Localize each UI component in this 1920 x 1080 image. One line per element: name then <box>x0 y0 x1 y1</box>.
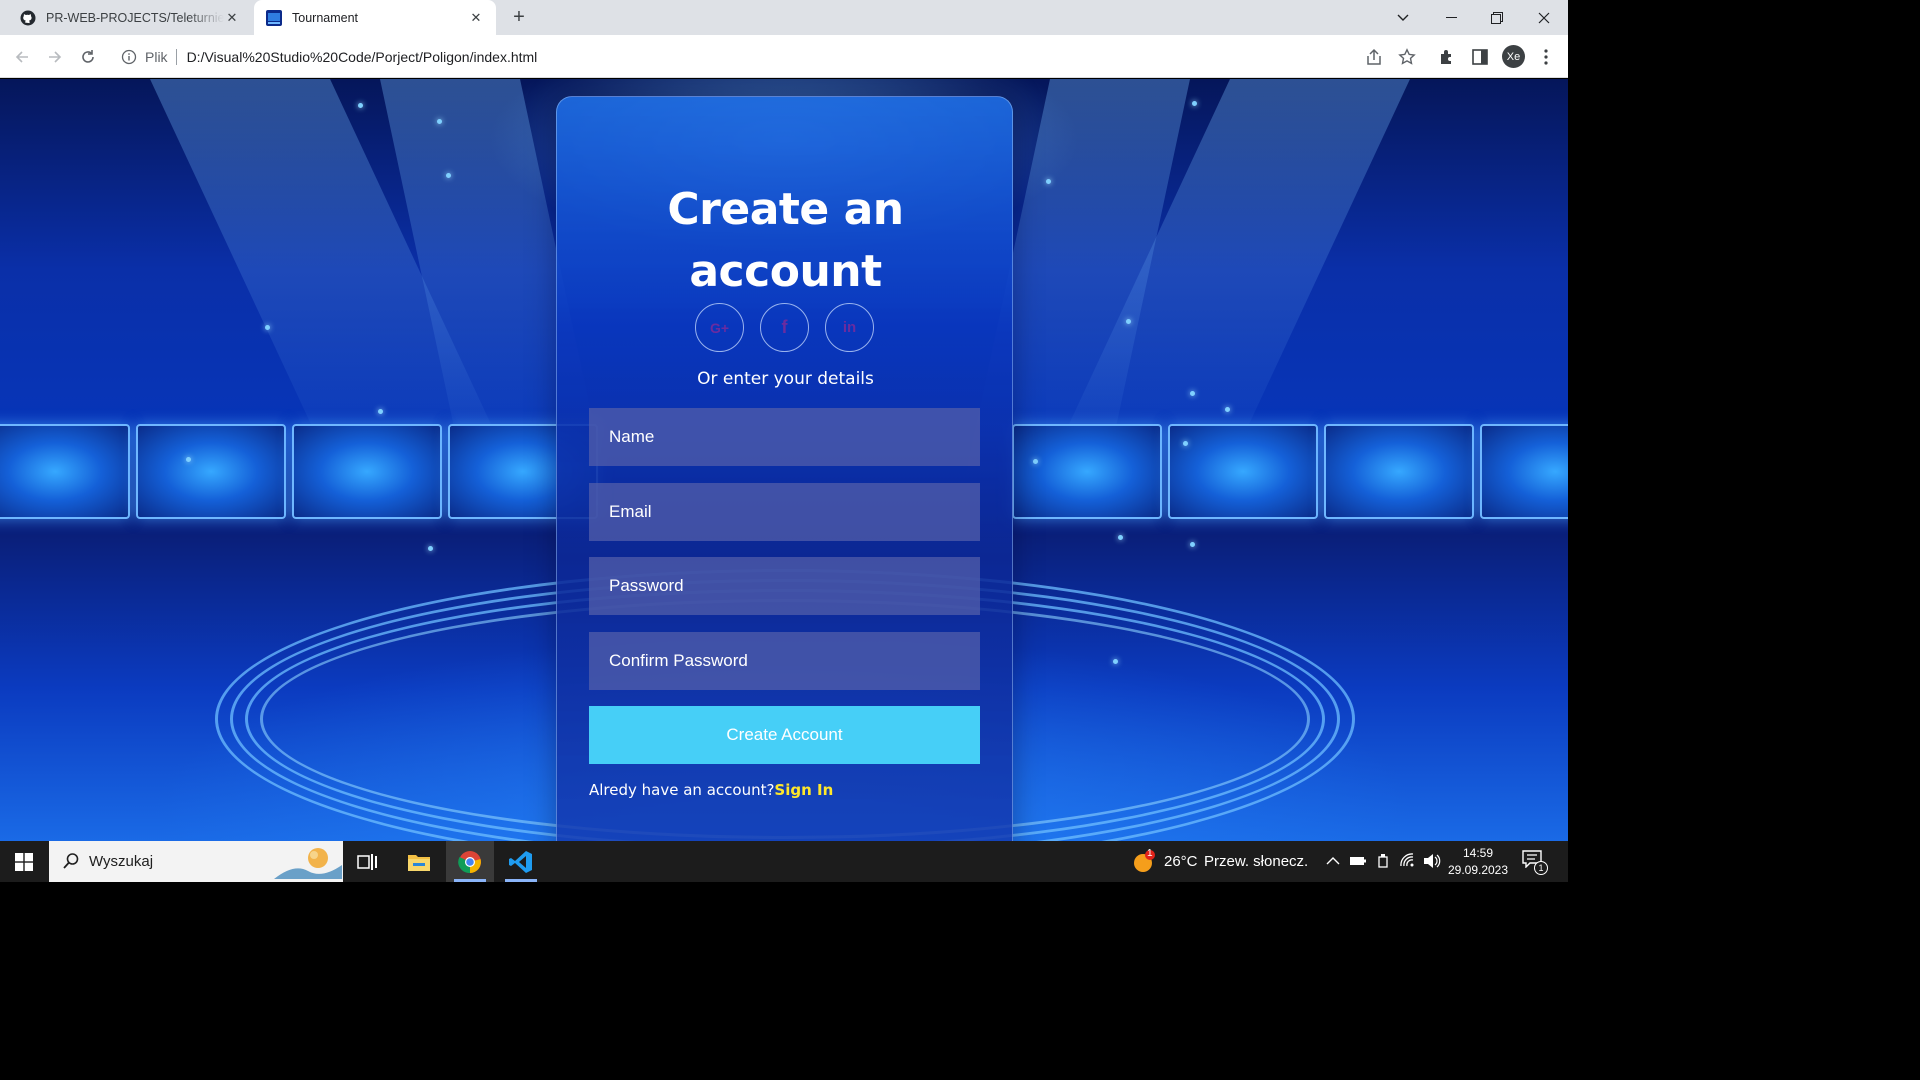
folder-icon <box>408 854 430 871</box>
weather-badge: 1 <box>1147 848 1153 859</box>
battery-icon[interactable] <box>1350 855 1366 867</box>
side-panel-icon[interactable] <box>1469 46 1491 68</box>
signin-prompt: Alredy have an account?Sign In <box>589 781 833 799</box>
notifications-button[interactable]: 1 <box>1522 850 1548 875</box>
google-plus-button[interactable]: G+ <box>695 303 744 352</box>
new-tab-button[interactable]: + <box>507 5 531 29</box>
chrome-taskbar-button[interactable] <box>446 841 494 882</box>
share-icon[interactable] <box>1363 46 1385 68</box>
tab-search-chevron-icon[interactable] <box>1380 0 1426 35</box>
page-title: Create an account <box>557 179 1014 303</box>
password-input[interactable] <box>589 557 980 615</box>
create-account-button[interactable]: Create Account <box>589 706 980 764</box>
vscode-taskbar-button[interactable] <box>497 841 545 882</box>
github-icon <box>20 10 36 25</box>
weather-icon <box>1134 850 1155 872</box>
title-line-1: Create an <box>667 184 904 235</box>
google-plus-icon: G+ <box>709 319 730 336</box>
taskbar: Wyszukaj 1 26°C Przew. słonecz. 14:59 29… <box>0 841 1568 882</box>
linkedin-button[interactable]: in <box>825 303 874 352</box>
search-placeholder: Wyszukaj <box>89 853 154 870</box>
restore-button[interactable] <box>1474 0 1520 35</box>
close-window-button[interactable] <box>1521 0 1567 35</box>
back-button[interactable] <box>8 43 36 71</box>
network-icon[interactable] <box>1400 853 1416 869</box>
taskbar-search[interactable]: Wyszukaj <box>49 841 343 882</box>
name-input[interactable] <box>589 408 980 466</box>
linkedin-icon: in <box>842 319 857 336</box>
facebook-icon: f <box>781 317 788 337</box>
windows-icon <box>15 852 33 871</box>
tab-title: PR-WEB-PROJECTS/Teleturniej a <box>46 10 224 25</box>
vscode-icon <box>509 850 532 873</box>
subtitle: Or enter your details <box>697 369 874 389</box>
chevron-up-icon[interactable] <box>1326 856 1340 865</box>
weather-temp[interactable]: 26°C <box>1164 853 1198 870</box>
page-viewport: Create an account G+ f in Or enter your … <box>0 79 1568 841</box>
scheme-label: Plik <box>145 48 177 65</box>
task-view-button[interactable] <box>343 841 391 882</box>
tournament-favicon-icon <box>266 9 282 26</box>
tab-tournament[interactable]: Tournament ✕ <box>254 0 496 35</box>
close-icon[interactable]: ✕ <box>468 10 484 26</box>
search-icon <box>63 853 79 869</box>
menu-kebab-icon[interactable] <box>1535 46 1557 68</box>
volume-icon[interactable] <box>1423 853 1441 869</box>
forward-button[interactable] <box>41 43 69 71</box>
file-explorer-button[interactable] <box>395 841 443 882</box>
have-account-text: Alredy have an account? <box>589 781 775 799</box>
minimize-button[interactable] <box>1428 0 1474 35</box>
tab-strip: PR-WEB-PROJECTS/Teleturniej a ✕ Tourname… <box>0 0 1568 35</box>
clock[interactable]: 14:59 29.09.2023 <box>1442 845 1514 879</box>
reload-button[interactable] <box>74 43 102 71</box>
weather-desc[interactable]: Przew. słonecz. <box>1204 853 1308 870</box>
bookmark-star-icon[interactable] <box>1396 46 1418 68</box>
chrome-icon <box>458 850 481 873</box>
address-bar[interactable]: Plik D:/Visual%20Studio%20Code/Porject/P… <box>111 41 1426 72</box>
sign-in-link[interactable]: Sign In <box>774 781 833 799</box>
task-view-icon <box>357 853 377 870</box>
profile-avatar[interactable]: Xe <box>1502 45 1525 68</box>
close-icon[interactable]: ✕ <box>224 10 240 26</box>
usb-device-icon[interactable] <box>1377 854 1389 869</box>
start-button[interactable] <box>0 841 48 882</box>
facebook-button[interactable]: f <box>760 303 809 352</box>
tab-github[interactable]: PR-WEB-PROJECTS/Teleturniej a ✕ <box>8 0 252 35</box>
title-line-2: account <box>689 246 882 297</box>
notification-count: 1 <box>1534 861 1548 875</box>
email-input[interactable] <box>589 483 980 541</box>
signup-card: Create an account G+ f in Or enter your … <box>556 96 1013 841</box>
extensions-icon[interactable] <box>1436 46 1458 68</box>
clock-date: 29.09.2023 <box>1447 863 1509 877</box>
confirm-password-input[interactable] <box>589 632 980 690</box>
browser-toolbar: Plik D:/Visual%20Studio%20Code/Porject/P… <box>0 35 1568 78</box>
tab-title: Tournament <box>292 10 359 25</box>
url-text[interactable]: D:/Visual%20Studio%20Code/Porject/Poligo… <box>187 49 538 65</box>
search-highlight-icon <box>274 848 342 879</box>
clock-time: 14:59 <box>1462 846 1494 860</box>
info-icon[interactable] <box>121 49 137 65</box>
